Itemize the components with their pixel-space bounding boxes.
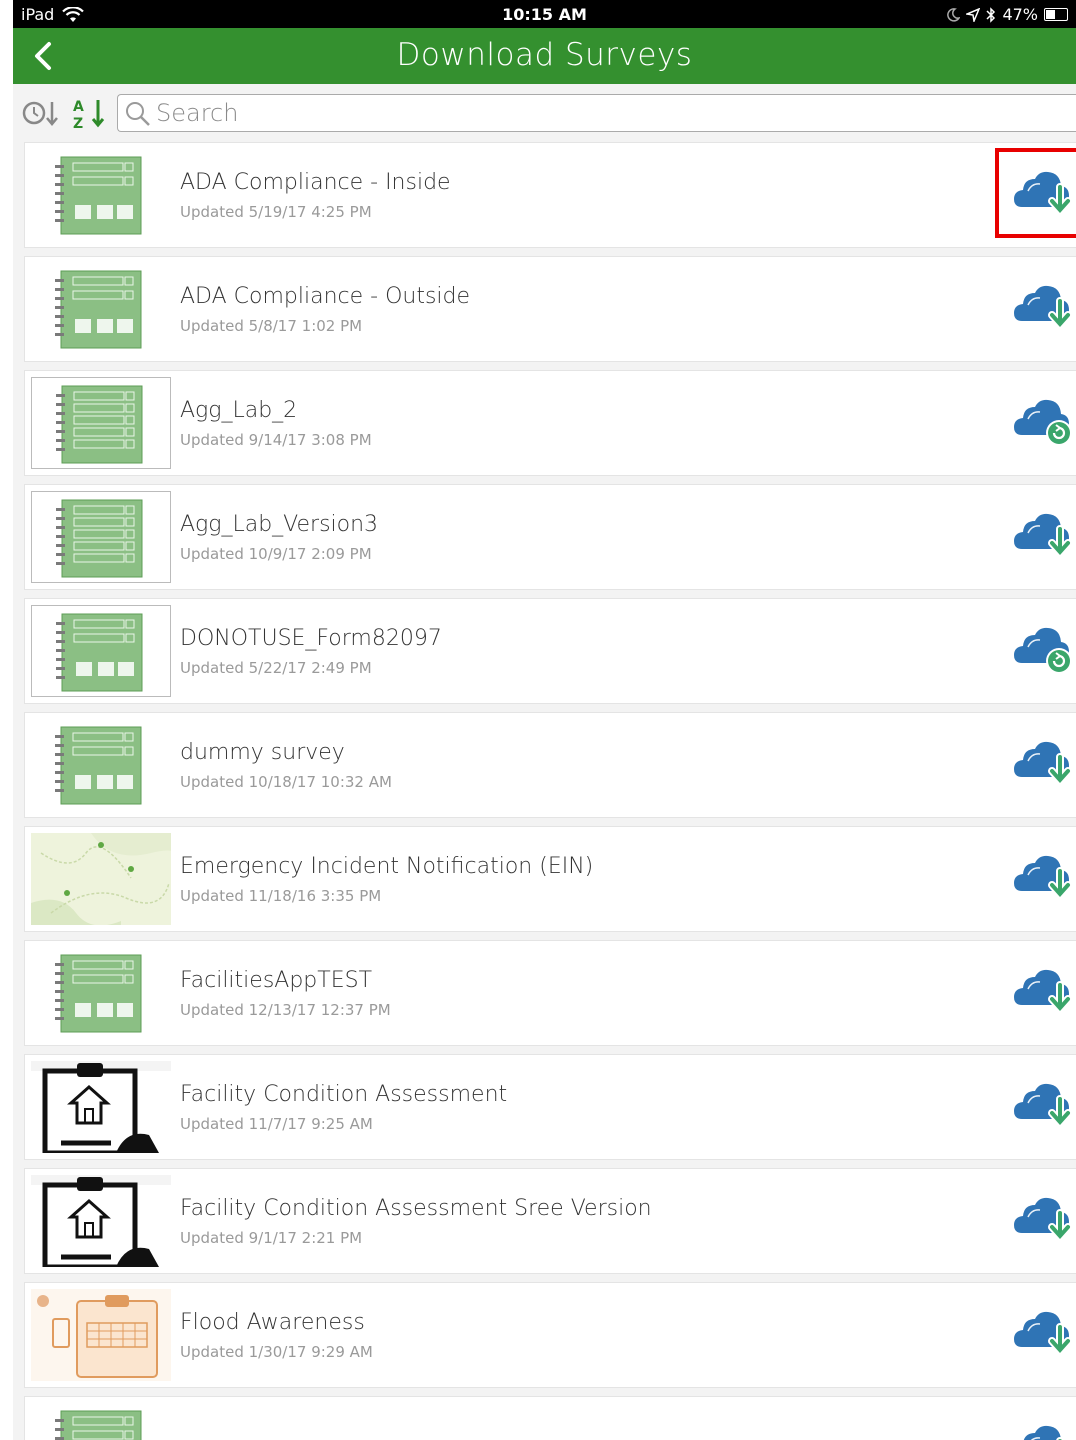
survey-updated: Updated 9/14/17 3:08 PM bbox=[180, 431, 372, 449]
survey-updated: Updated 1/30/17 9:29 AM bbox=[180, 1343, 373, 1361]
survey-updated: Updated 11/7/17 9:25 AM bbox=[180, 1115, 373, 1133]
survey-title: ADA Compliance - Inside bbox=[180, 170, 451, 195]
survey-row[interactable]: Flood Awareness Updated 1/30/17 9:29 AM bbox=[24, 1282, 1076, 1388]
survey-row[interactable] bbox=[24, 1396, 1076, 1440]
map-thumbnail bbox=[31, 833, 178, 926]
survey-title: Emergency Incident Notification (EIN) bbox=[180, 854, 594, 879]
highlight-box bbox=[995, 148, 1076, 238]
cloud-refresh-icon[interactable] bbox=[1014, 625, 1074, 677]
search-input[interactable] bbox=[154, 97, 1076, 129]
survey-row[interactable]: DONOTUSE_Form82097 Updated 5/22/17 2:49 P… bbox=[24, 598, 1076, 704]
survey-updated: Updated 10/9/17 2:09 PM bbox=[180, 545, 372, 563]
survey-title: DONOTUSE_Form82097 bbox=[180, 626, 442, 651]
survey-title: Facility Condition Assessment bbox=[180, 1082, 508, 1107]
status-right: 47% bbox=[946, 5, 1068, 24]
cloud-refresh-icon[interactable] bbox=[1014, 397, 1074, 449]
survey-updated: Updated 5/22/17 2:49 PM bbox=[180, 659, 372, 677]
survey-updated: Updated 5/19/17 4:25 PM bbox=[180, 203, 372, 221]
cloud-download-icon[interactable] bbox=[1014, 283, 1074, 335]
cloud-download-icon[interactable] bbox=[1014, 853, 1074, 905]
survey-updated: Updated 10/18/17 10:32 AM bbox=[180, 773, 392, 791]
nav-bar: Download Surveys bbox=[13, 28, 1076, 84]
page-title: Download Surveys bbox=[396, 37, 693, 73]
survey-row[interactable]: Facility Condition Assessment Updated 11/… bbox=[24, 1054, 1076, 1160]
svg-text:A: A bbox=[73, 99, 84, 115]
survey-row[interactable]: Agg_Lab_2 Updated 9/14/17 3:08 PM bbox=[24, 370, 1076, 476]
battery-icon bbox=[1044, 8, 1068, 21]
toolbar: A Z bbox=[13, 84, 1076, 142]
survey-row[interactable]: Emergency Incident Notification (EIN) Upd… bbox=[24, 826, 1076, 932]
survey-row[interactable]: ADA Compliance - Outside Updated 5/8/17 1… bbox=[24, 256, 1076, 362]
cloud-download-icon[interactable] bbox=[1014, 1195, 1074, 1247]
cloud-download-icon[interactable] bbox=[1014, 1081, 1074, 1133]
search-box[interactable] bbox=[117, 94, 1076, 132]
left-gutter bbox=[0, 0, 13, 1440]
flood-thumbnail bbox=[31, 1289, 171, 1381]
survey-row[interactable]: ADA Compliance - Inside Updated 5/19/17 4… bbox=[24, 142, 1076, 248]
location-icon bbox=[966, 7, 981, 22]
form-checklist-icon bbox=[31, 491, 171, 583]
survey-title: ADA Compliance - Outside bbox=[180, 284, 471, 309]
svg-text:Z: Z bbox=[73, 116, 83, 130]
survey-title: dummy survey bbox=[180, 740, 345, 765]
survey-row[interactable]: Agg_Lab_Version3 Updated 10/9/17 2:09 PM bbox=[24, 484, 1076, 590]
battery-percent: 47% bbox=[1002, 5, 1038, 24]
search-icon bbox=[126, 102, 150, 126]
form-media-icon bbox=[31, 263, 171, 355]
form-media-icon bbox=[31, 719, 171, 811]
survey-updated: Updated 12/13/17 12:37 PM bbox=[180, 1001, 391, 1019]
cloud-download-icon[interactable] bbox=[1014, 967, 1074, 1019]
form-checklist-icon bbox=[31, 377, 171, 469]
survey-updated: Updated 11/18/16 3:35 PM bbox=[180, 887, 382, 905]
clipboard-house-icon bbox=[31, 1061, 171, 1156]
status-bar: iPad 10:15 AM 47% bbox=[13, 0, 1076, 28]
cloud-download-icon[interactable] bbox=[1014, 1309, 1074, 1361]
sort-by-time-icon[interactable] bbox=[21, 96, 61, 130]
cloud-download-icon[interactable] bbox=[1014, 739, 1074, 791]
survey-row[interactable]: Facility Condition Assessment Sree Versi… bbox=[24, 1168, 1076, 1274]
survey-title: Flood Awareness bbox=[180, 1310, 365, 1335]
form-media-icon bbox=[31, 1403, 171, 1440]
moon-icon bbox=[947, 7, 961, 22]
form-media-icon bbox=[31, 149, 171, 241]
survey-title: Facility Condition Assessment Sree Versi… bbox=[180, 1196, 652, 1221]
status-time: 10:15 AM bbox=[502, 5, 587, 24]
survey-list[interactable]: ADA Compliance - Inside Updated 5/19/17 4… bbox=[13, 142, 1076, 1440]
clipboard-house-icon bbox=[31, 1175, 171, 1270]
survey-updated: Updated 5/8/17 1:02 PM bbox=[180, 317, 363, 335]
survey-row[interactable]: FacilitiesAppTEST Updated 12/13/17 12:37 … bbox=[24, 940, 1076, 1046]
survey-title: FacilitiesAppTEST bbox=[180, 968, 373, 993]
survey-title: Agg_Lab_Version3 bbox=[180, 512, 379, 537]
form-media-icon bbox=[31, 947, 171, 1039]
cloud-download-icon[interactable] bbox=[1014, 1423, 1074, 1440]
cloud-download-icon[interactable] bbox=[1014, 511, 1074, 563]
survey-updated: Updated 9/1/17 2:21 PM bbox=[180, 1229, 363, 1247]
survey-title: Agg_Lab_2 bbox=[180, 398, 298, 423]
sort-alphabetical-icon[interactable]: A Z bbox=[71, 96, 111, 130]
form-media-icon bbox=[31, 605, 171, 697]
bluetooth-icon bbox=[986, 6, 996, 23]
survey-row[interactable]: dummy survey Updated 10/18/17 10:32 AM bbox=[24, 712, 1076, 818]
